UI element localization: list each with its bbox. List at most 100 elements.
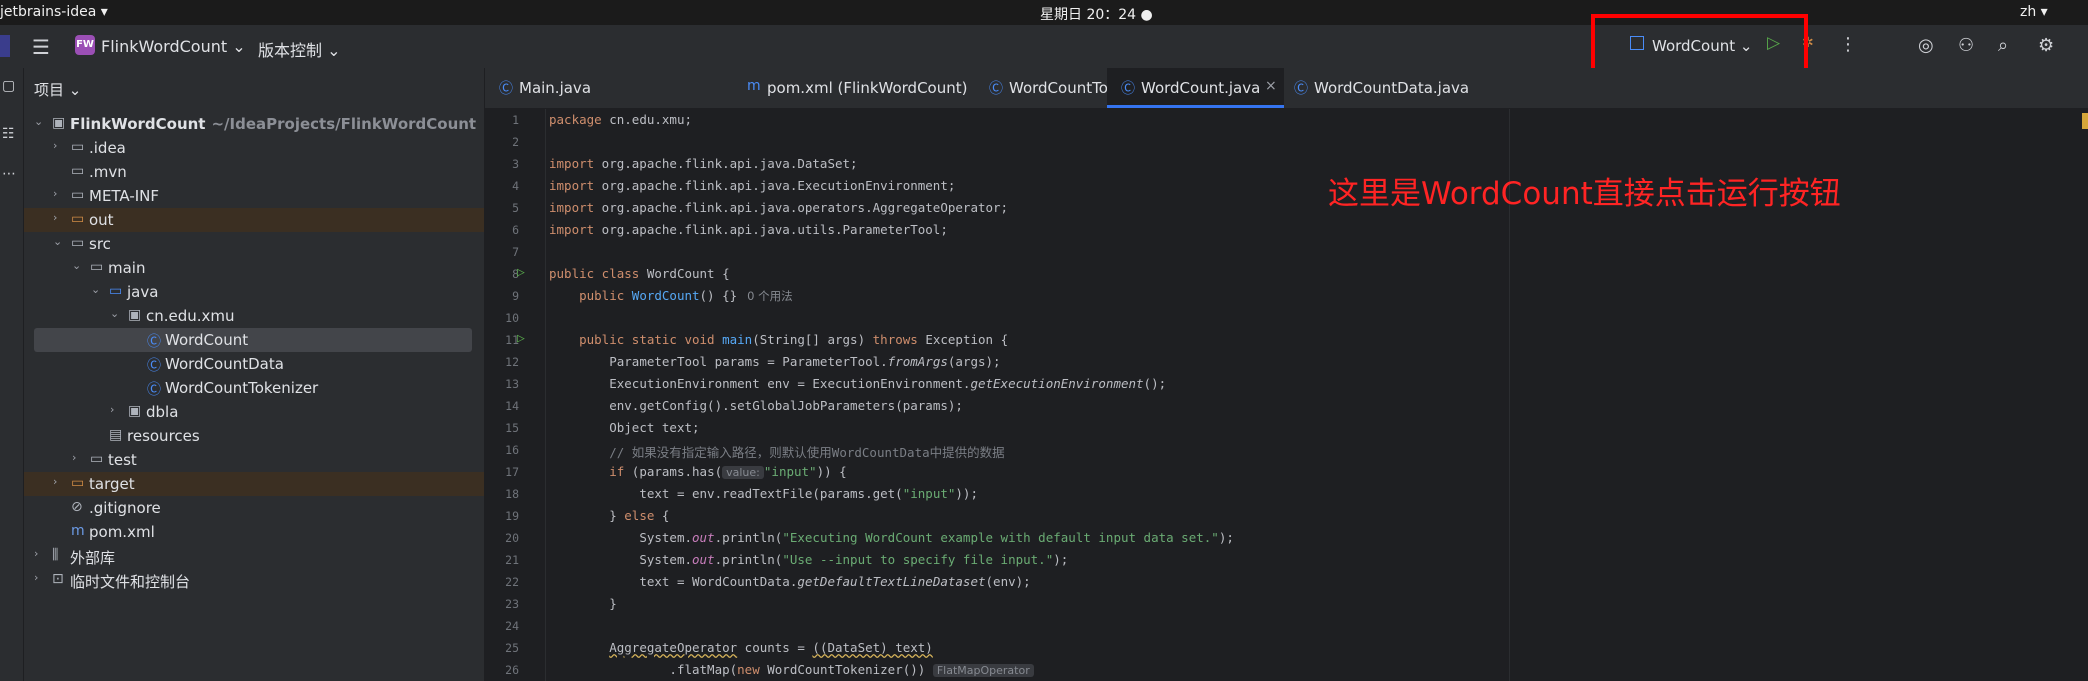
code-line: System.out.println("Use --input to speci… [639, 552, 1069, 567]
class-icon: Ⓒ [1294, 81, 1308, 97]
vcs-menu[interactable]: 版本控制 ⌄ [258, 37, 341, 61]
chevron-right-icon[interactable]: › [72, 451, 76, 464]
tree-item[interactable]: ⌄ ▭ main [24, 256, 484, 280]
warning-marker[interactable] [2082, 113, 2088, 129]
code-line: import org.apache.flink.api.java.DataSet… [549, 156, 858, 171]
folder-icon: ▭ [71, 235, 85, 251]
chevron-down-icon[interactable]: ⌄ [53, 235, 62, 248]
chevron-right-icon[interactable]: › [110, 403, 114, 416]
code-line: package cn.edu.xmu; [549, 112, 692, 127]
run-gutter-icon[interactable]: ▷ [517, 265, 525, 280]
code-line: } else { [609, 508, 670, 523]
tab-wordcountdata-java[interactable]: Ⓒ WordCountData.java [1284, 68, 1484, 108]
tree-item-label: resources [127, 427, 200, 445]
tree-item[interactable]: › ▭ META-INF [24, 184, 484, 208]
more-actions-icon[interactable]: ⋮ [1839, 34, 1857, 55]
tree-item[interactable]: › ▭ target [24, 472, 484, 496]
chevron-right-icon[interactable]: › [53, 139, 57, 152]
code-line: text = env.readTextFile(params.get("inpu… [639, 486, 978, 501]
chevron-down-icon[interactable]: ⌄ [91, 283, 100, 296]
project-selector[interactable]: FlinkWordCount ⌄ [101, 37, 246, 56]
tree-item-label: WordCountData [165, 355, 284, 373]
more-tools-icon[interactable]: ⋯ [2, 166, 16, 182]
tree-item[interactable]: m pom.xml [24, 520, 484, 544]
chevron-right-icon[interactable]: › [53, 187, 57, 200]
code-line: ExecutionEnvironment env = ExecutionEnvi… [609, 376, 1167, 391]
project-panel: 项目 ⌄ ⌄ ▣ FlinkWordCount ~/IdeaProjects/Flin… [24, 68, 485, 681]
tree-item[interactable]: › ▭ out [24, 208, 484, 232]
library-icon: ⫼ [52, 547, 59, 563]
search-icon[interactable]: ⌕ [1998, 35, 2008, 56]
chevron-right-icon[interactable]: › [53, 475, 57, 488]
class-icon: Ⓒ [147, 358, 161, 374]
tree-item[interactable]: ⌄ ▭ src [24, 232, 484, 256]
excluded-folder-icon: ▭ [71, 475, 85, 491]
code-line: if (params.has(value: "input")) { [609, 464, 847, 479]
chevron-down-icon[interactable]: ⌄ [34, 115, 43, 128]
code-line: // 如果没有指定输入路径，则默认使用WordCountData中提供的数据 [609, 445, 1005, 460]
chevron-right-icon[interactable]: › [34, 571, 38, 584]
tab-pom-xml[interactable]: m pom.xml (FlinkWordCount) [607, 68, 967, 108]
close-icon[interactable]: × [1265, 78, 1277, 94]
hamburger-icon[interactable]: ☰ [32, 35, 50, 59]
clock[interactable]: 星期日 20：24 ● [1040, 4, 1153, 24]
chevron-right-icon[interactable]: › [53, 211, 57, 224]
tree-item[interactable]: Ⓒ WordCountData [24, 352, 484, 376]
module-icon: ▣ [52, 115, 66, 131]
code-editor[interactable]: 1 2 3 4 5 6 7 8 9 10 11 12 13 14 15 16 17 18 19 20 21 22 23 24 2… [485, 109, 2088, 681]
usage-hint[interactable]: 0 个用法 [747, 289, 792, 303]
tree-item-label: out [89, 211, 114, 229]
code-line: text = WordCountData.getDefaultTextLineD… [639, 574, 1031, 589]
tree-item-label: META-INF [89, 187, 160, 205]
tree-item[interactable]: › ⫼ 外部库 [24, 544, 484, 568]
tree-item-label: WordCount [165, 331, 249, 349]
structure-tool-icon[interactable]: ☷ [2, 126, 15, 142]
copilot-icon[interactable]: ◎ [1918, 35, 1934, 56]
chevron-right-icon[interactable]: › [34, 547, 38, 560]
line-number-row: 2 [485, 131, 2088, 153]
project-badge[interactable]: FW [75, 35, 95, 55]
line-number-row: 10 [485, 307, 2088, 329]
tree-item[interactable]: ▤ resources [24, 424, 484, 448]
app-menu[interactable]: jetbrains-idea ▾ [0, 4, 108, 20]
ide-logo-icon [0, 35, 10, 57]
folder-icon: ▭ [90, 259, 104, 275]
tree-item[interactable]: ⌄ ▣ cn.edu.xmu [24, 304, 484, 328]
code-line: env.getConfig().setGlobalJobParameters(p… [609, 398, 963, 413]
tree-item-label: WordCountTokenizer [165, 379, 319, 397]
gear-icon[interactable]: ⚙ [2038, 35, 2054, 56]
tab-wordcounttokenizer-java[interactable]: Ⓒ WordCountTokenizer.java [857, 68, 1197, 108]
chevron-down-icon[interactable]: ⌄ [72, 259, 81, 272]
tab-label: WordCountData.java [1314, 79, 1470, 97]
project-tool-icon[interactable]: ▢ [2, 78, 15, 94]
source-folder-icon: ▭ [109, 283, 123, 299]
parameter-hint: value: [722, 466, 764, 479]
add-user-icon[interactable]: ⚇ [1958, 35, 1974, 56]
input-method-indicator[interactable]: zh ▾ [2020, 4, 2048, 20]
tab-main-java[interactable]: Ⓒ Main.java [485, 68, 607, 108]
tree-item[interactable]: ⊘ .gitignore [24, 496, 484, 520]
code-line: import org.apache.flink.api.java.operato… [549, 200, 1009, 215]
run-gutter-icon[interactable]: ▷ [517, 331, 525, 346]
tree-item-label: .idea [89, 139, 126, 157]
type-hint: FlatMapOperator [932, 664, 1034, 677]
tree-item[interactable]: ▭ .mvn [24, 160, 484, 184]
tab-wordcount-java[interactable]: Ⓒ WordCount.java × [1107, 68, 1284, 108]
tree-item-label: FlinkWordCount ~/IdeaProjects/FlinkWordCo… [70, 115, 477, 133]
tree-item[interactable]: ⌄ ▭ java [24, 280, 484, 304]
project-path: ~/IdeaProjects/FlinkWordCount [211, 115, 477, 133]
tree-item[interactable]: › ▭ test [24, 448, 484, 472]
tree-item[interactable]: › ▣ dbla [24, 400, 484, 424]
annotation-text: 这里是WordCount直接点击运行按钮 [1328, 176, 1841, 212]
code-line: System.out.println("Executing WordCount … [639, 530, 1234, 545]
project-panel-title[interactable]: 项目 ⌄ [34, 79, 81, 100]
code-line: AggregateOperator counts = ((DataSet) te… [609, 640, 933, 655]
tree-item[interactable]: Ⓒ WordCount [24, 328, 484, 352]
tree-item[interactable]: ⌄ ▣ FlinkWordCount ~/IdeaProjects/FlinkWord… [24, 112, 484, 136]
chevron-down-icon[interactable]: ⌄ [110, 307, 119, 320]
tree-item[interactable]: Ⓒ WordCountTokenizer [24, 376, 484, 400]
tree-item-label: main [108, 259, 146, 277]
tab-label: Main.java [519, 79, 592, 97]
tree-item[interactable]: › ⊡ 临时文件和控制台 [24, 568, 484, 592]
tree-item[interactable]: › ▭ .idea [24, 136, 484, 160]
